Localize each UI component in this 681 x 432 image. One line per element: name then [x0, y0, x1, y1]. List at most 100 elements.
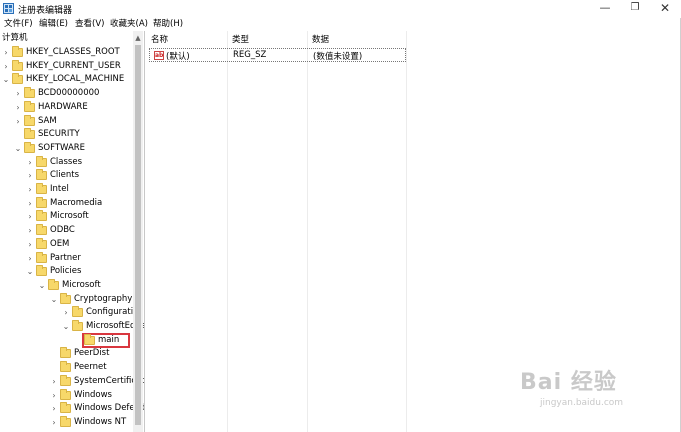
folder-icon: [36, 169, 47, 181]
folder-icon: [24, 87, 35, 99]
value-name: (默认): [166, 52, 190, 62]
menu-edit[interactable]: 编辑(E): [39, 17, 68, 29]
chevron-right-icon[interactable]: ›: [2, 46, 10, 59]
tree-item-label: SOFTWARE: [38, 142, 86, 153]
chevron-right-icon[interactable]: ›: [2, 60, 10, 73]
column-divider[interactable]: [227, 31, 228, 432]
folder-icon: [36, 265, 47, 277]
folder-icon: [24, 114, 35, 126]
tree-item-label: Partner: [50, 252, 81, 263]
chevron-right-icon[interactable]: ›: [26, 252, 34, 265]
chevron-down-icon[interactable]: ⌄: [38, 279, 46, 292]
folder-icon: [36, 210, 47, 222]
value-type: REG_SZ: [233, 50, 267, 60]
tree-item-label: Microsoft: [50, 211, 89, 222]
chevron-right-icon[interactable]: ›: [26, 169, 34, 182]
folder-icon: [36, 183, 47, 194]
tree-item-label: HKEY_CURRENT_USER: [26, 60, 121, 71]
folder-icon: [60, 361, 71, 373]
chevron-right-icon[interactable]: ›: [26, 156, 34, 169]
chevron-down-icon[interactable]: ⌄: [14, 142, 22, 155]
folder-icon: [12, 59, 23, 71]
tree-item-label: BCD00000000: [38, 88, 100, 99]
folder-icon: [12, 46, 23, 57]
chevron-right-icon[interactable]: ›: [50, 375, 58, 388]
chevron-right-icon[interactable]: ›: [50, 389, 58, 402]
chevron-right-icon[interactable]: ›: [50, 402, 58, 415]
tree-item-label: main: [98, 334, 120, 345]
folder-icon: [24, 128, 35, 140]
folder-icon: [48, 278, 59, 290]
menu-file[interactable]: 文件(F): [4, 17, 33, 29]
folder-icon: [60, 402, 71, 414]
string-value-icon: ab: [154, 51, 164, 60]
key-tree[interactable]: 计算机 › HKEY_CLASSES_ROOT › HKEY_CURRENT_USER…: [0, 31, 145, 432]
menu-favorites[interactable]: 收藏夹(A): [110, 17, 148, 29]
folder-icon: [12, 73, 23, 85]
tree-scrollbar[interactable]: ▲: [133, 31, 143, 432]
chevron-right-icon[interactable]: ›: [26, 224, 34, 237]
window-title: 注册表编辑器: [18, 6, 73, 16]
chevron-right-icon[interactable]: ›: [14, 115, 22, 128]
regedit-app-icon: [3, 3, 14, 14]
chevron-down-icon[interactable]: ⌄: [50, 293, 58, 306]
column-divider[interactable]: [307, 31, 308, 432]
tree-item-label: Windows NT: [74, 416, 127, 427]
chevron-right-icon[interactable]: ›: [14, 87, 22, 100]
scroll-up-arrow-icon[interactable]: ▲: [133, 33, 143, 43]
column-header-type[interactable]: 类型: [232, 33, 249, 45]
tree-item-label: Intel: [50, 184, 69, 194]
menu-bar: 文件(F) 编辑(E) 查看(V) 收藏夹(A) 帮助(H): [0, 16, 681, 31]
scroll-thumb[interactable]: [135, 45, 141, 425]
watermark-logo: Bai 经验: [520, 370, 617, 395]
tree-item-label: HKEY_LOCAL_MACHINE: [26, 74, 125, 85]
folder-icon: [60, 347, 71, 359]
tree-item-label: Policies: [50, 266, 82, 277]
tree-item-label: ODBC: [50, 225, 75, 236]
folder-icon: [36, 155, 47, 167]
value-row[interactable]: ab (默认) REG_SZ (数值未设置): [149, 48, 406, 62]
folder-icon: [36, 196, 47, 208]
tree-item-label: Microsoft: [62, 279, 101, 290]
folder-icon: [84, 333, 95, 345]
tree-item-label: OEM: [50, 238, 70, 249]
folder-icon: [72, 320, 83, 331]
registry-editor-window: 注册表编辑器 — ❐ ✕ 文件(F) 编辑(E) 查看(V) 收藏夹(A) 帮助…: [0, 0, 681, 432]
chevron-down-icon[interactable]: ⌄: [26, 265, 34, 278]
chevron-down-icon[interactable]: ⌄: [62, 320, 70, 333]
menu-help[interactable]: 帮助(H): [153, 17, 183, 29]
chevron-right-icon[interactable]: ›: [26, 238, 34, 251]
folder-icon: [36, 251, 47, 263]
tree-item-label: HARDWARE: [38, 101, 88, 112]
chevron-down-icon[interactable]: ⌄: [2, 73, 10, 86]
chevron-right-icon[interactable]: ›: [26, 197, 34, 210]
folder-icon: [60, 374, 71, 386]
tree-item-label: Cryptography: [74, 293, 133, 304]
folder-icon: [72, 306, 83, 318]
chevron-right-icon[interactable]: ›: [14, 101, 22, 114]
chevron-right-icon[interactable]: ›: [62, 306, 70, 319]
chevron-right-icon[interactable]: ›: [50, 416, 58, 429]
column-header-name[interactable]: 名称: [151, 33, 168, 45]
folder-icon: [24, 100, 35, 112]
chevron-right-icon[interactable]: ›: [26, 210, 34, 223]
menu-view[interactable]: 查看(V): [75, 17, 104, 29]
tree-item-label: Windows: [74, 389, 112, 400]
folder-icon: [60, 388, 71, 400]
tree-item-label: PeerDist: [74, 348, 110, 359]
watermark-url: jingyan.baidu.com: [540, 398, 624, 408]
tree-root-label: 计算机: [2, 33, 28, 43]
column-divider[interactable]: [406, 31, 407, 432]
tree-item-label: SECURITY: [38, 129, 80, 140]
column-header-data[interactable]: 数据: [312, 33, 329, 45]
tree-item-label: Clients: [50, 170, 80, 181]
folder-icon: [36, 224, 47, 236]
tree-item-label: HKEY_CLASSES_ROOT: [26, 47, 120, 57]
folder-icon: [60, 415, 71, 427]
folder-icon: [24, 141, 35, 153]
tree-item-label: Macromedia: [50, 197, 103, 208]
folder-icon: [60, 292, 71, 304]
tree-item-label: SAM: [38, 115, 57, 126]
chevron-right-icon[interactable]: ›: [26, 183, 34, 196]
tree-item-label: Classes: [50, 156, 83, 167]
